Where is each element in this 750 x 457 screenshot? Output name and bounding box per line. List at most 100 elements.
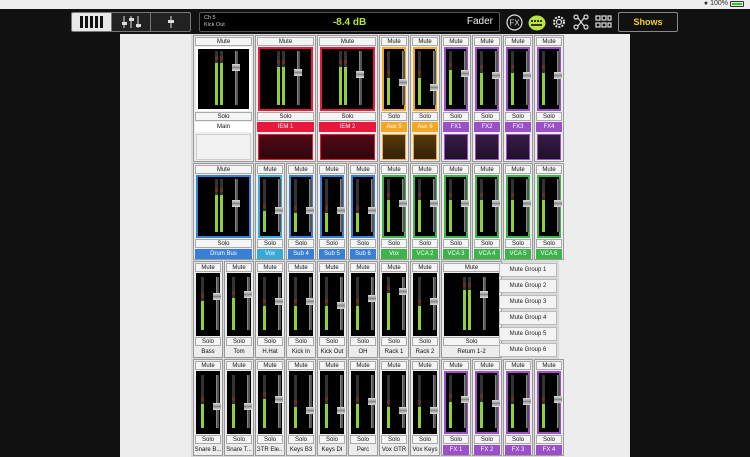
solo-button[interactable]: Solo: [288, 337, 314, 346]
mute-button[interactable]: Mute: [381, 263, 407, 272]
channel-name[interactable]: Perc: [350, 445, 376, 455]
fader-cap[interactable]: [275, 298, 283, 305]
meter-window[interactable]: [537, 175, 562, 238]
channel-strip[interactable]: Mute Solo Aux 6: [410, 35, 440, 162]
channel-strip[interactable]: Mute Solo FX 2: [472, 359, 502, 456]
mute-button[interactable]: Mute: [319, 361, 345, 370]
fader-cap[interactable]: [244, 291, 252, 298]
channel-strip[interactable]: Mute Solo Sub 4: [286, 163, 316, 260]
channel-strip[interactable]: Mute Solo IEM 1: [255, 35, 316, 162]
meter-window[interactable]: [227, 273, 252, 336]
fader-cap[interactable]: [368, 295, 376, 302]
channel-strip[interactable]: Mute Solo Aux 5: [379, 35, 409, 162]
channel-strip[interactable]: Mute Solo VCA 4: [472, 163, 502, 260]
meter-window[interactable]: [506, 371, 531, 434]
meter-window[interactable]: [413, 273, 438, 336]
fader-cap[interactable]: [492, 400, 500, 407]
fader-cap[interactable]: [355, 71, 364, 78]
channel-name[interactable]: Snare T...: [226, 445, 252, 455]
fader-cap[interactable]: [275, 396, 283, 403]
channel-strip[interactable]: Mute Solo Vox Keys: [410, 359, 440, 456]
channel-name[interactable]: Vox Keys: [412, 445, 438, 455]
solo-button[interactable]: Solo: [381, 337, 407, 346]
meter-window[interactable]: [351, 273, 376, 336]
meter-window[interactable]: [444, 371, 469, 434]
solo-button[interactable]: Solo: [195, 239, 252, 248]
channel-strip[interactable]: Mute Solo VCA 2: [410, 163, 440, 260]
channel-name[interactable]: Vox: [257, 249, 283, 259]
meter-window[interactable]: [444, 273, 499, 336]
mute-button[interactable]: Mute: [412, 37, 438, 46]
solo-button[interactable]: Solo: [381, 435, 407, 444]
solo-button[interactable]: Solo: [536, 112, 562, 121]
channel-name[interactable]: Return 1-2: [443, 347, 500, 357]
mute-button[interactable]: Mute: [474, 165, 500, 174]
channel-strip[interactable]: Mute Solo Sub 5: [317, 163, 347, 260]
shows-button[interactable]: Shows: [618, 12, 678, 32]
solo-button[interactable]: Solo: [226, 337, 252, 346]
send-level-box[interactable]: [537, 134, 561, 160]
solo-button[interactable]: Solo: [474, 112, 500, 121]
solo-button[interactable]: Solo: [195, 337, 221, 346]
channel-strip[interactable]: Mute Solo H.Hat: [255, 261, 285, 358]
fader-cap[interactable]: [337, 407, 345, 414]
mute-group-button[interactable]: Mute Group 6: [499, 343, 557, 357]
mute-button[interactable]: Mute: [288, 361, 314, 370]
meter-window[interactable]: [413, 47, 438, 111]
meter-window[interactable]: [413, 371, 438, 434]
meter-window[interactable]: [475, 371, 500, 434]
channel-strip[interactable]: Mute Solo GTR Ele...: [255, 359, 285, 456]
meter-window[interactable]: [382, 371, 407, 434]
meter-window[interactable]: [444, 175, 469, 238]
meter-window[interactable]: [196, 371, 221, 434]
channel-name[interactable]: Sub 5: [319, 249, 345, 259]
mute-button[interactable]: Mute: [381, 37, 407, 46]
send-level-box[interactable]: [413, 134, 437, 160]
channel-strip[interactable]: Mute Solo Vox GTR: [379, 359, 409, 456]
channel-name[interactable]: FX4: [536, 122, 562, 132]
solo-button[interactable]: Solo: [257, 337, 283, 346]
mute-button[interactable]: Mute: [257, 263, 283, 272]
fader-cap[interactable]: [554, 72, 562, 79]
mute-button[interactable]: Mute: [443, 37, 469, 46]
meter-window[interactable]: [351, 371, 376, 434]
fader-cap[interactable]: [430, 298, 438, 305]
channel-name[interactable]: Sub 4: [288, 249, 314, 259]
meter-window[interactable]: [196, 273, 221, 336]
channel-strip[interactable]: Mute Solo FX 1: [441, 359, 471, 456]
channel-strip[interactable]: Mute Solo FX4: [534, 35, 564, 162]
channel-name[interactable]: VCA 5: [505, 249, 531, 259]
solo-button[interactable]: Solo: [443, 239, 469, 248]
channel-name[interactable]: Aux 5: [381, 122, 407, 132]
channel-name[interactable]: FX 4: [536, 445, 562, 455]
channel-strip[interactable]: Mute Solo Keys DI: [317, 359, 347, 456]
channel-name[interactable]: H.Hat: [257, 347, 283, 357]
solo-button[interactable]: Solo: [319, 239, 345, 248]
channel-strip[interactable]: Mute Solo Snare T...: [224, 359, 254, 456]
mute-button[interactable]: Mute: [288, 165, 314, 174]
meter-window[interactable]: [289, 371, 314, 434]
mute-group-button[interactable]: Mute Group 1: [499, 263, 557, 277]
solo-button[interactable]: Solo: [288, 239, 314, 248]
solo-button[interactable]: Solo: [381, 239, 407, 248]
meter-window[interactable]: [320, 47, 375, 111]
channel-strip[interactable]: Mute Solo FX3: [503, 35, 533, 162]
mute-group-button[interactable]: Mute Group 4: [499, 311, 557, 325]
channel-strip[interactable]: Mute Solo Tom: [224, 261, 254, 358]
send-level-box[interactable]: [475, 134, 499, 160]
channel-strip[interactable]: Mute Solo Snare B...: [193, 359, 223, 456]
solo-button[interactable]: Solo: [381, 112, 407, 121]
meter-window[interactable]: [506, 47, 531, 111]
fader-cap[interactable]: [523, 200, 531, 207]
solo-button[interactable]: Solo: [412, 337, 438, 346]
fader-cap[interactable]: [492, 72, 500, 79]
channel-name[interactable]: Sub 6: [350, 249, 376, 259]
meter-window[interactable]: [258, 371, 283, 434]
channel-name[interactable]: FX1: [443, 122, 469, 132]
channel-name[interactable]: VCA 3: [443, 249, 469, 259]
channel-name[interactable]: FX3: [505, 122, 531, 132]
send-level-box[interactable]: [320, 134, 375, 160]
solo-button[interactable]: Solo: [443, 112, 469, 121]
send-level-box[interactable]: [506, 134, 530, 160]
mute-button[interactable]: Mute: [350, 361, 376, 370]
